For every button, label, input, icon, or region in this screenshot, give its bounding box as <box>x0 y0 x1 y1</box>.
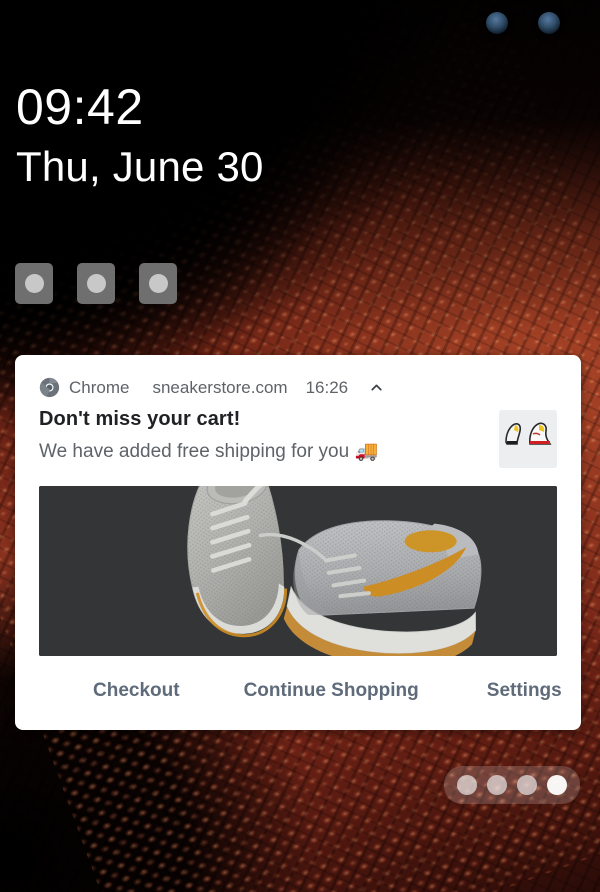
notification-body: Don't miss your cart! We have added free… <box>15 398 581 468</box>
settings-action[interactable]: Settings <box>475 672 574 710</box>
tile-dot-icon <box>148 274 168 293</box>
page-indicator[interactable] <box>444 766 580 804</box>
notification-actions: Checkout Continue Shopping Settings <box>39 656 562 730</box>
chrome-icon <box>39 377 60 398</box>
chrome-notification-card[interactable]: Chrome sneakerstore.com 16:26 Don't miss… <box>15 355 581 730</box>
quick-tile-2[interactable] <box>77 263 115 304</box>
lockscreen-clock: 09:42 Thu, June 30 <box>16 82 264 188</box>
notification-thumbnail <box>499 410 557 468</box>
notification-title: Don't miss your cart! <box>39 408 241 430</box>
notification-header: Chrome sneakerstore.com 16:26 <box>15 355 581 398</box>
continue-shopping-action[interactable]: Continue Shopping <box>232 672 431 710</box>
chevron-up-icon[interactable] <box>368 379 385 396</box>
notification-time: 16:26 <box>305 377 349 397</box>
clock-time: 09:42 <box>16 79 144 135</box>
camera-lens-icon <box>538 12 560 34</box>
tile-dot-icon <box>24 274 44 293</box>
page-dot-3[interactable] <box>517 775 537 795</box>
notification-subtitle: We have added free shipping for you 🚚 <box>39 441 379 462</box>
notification-hero-image <box>39 486 557 656</box>
quick-tile-3[interactable] <box>139 263 177 304</box>
camera-lens-icon <box>486 12 508 34</box>
lockscreen-screen: 09:42 Thu, June 30 Chrome sneakerstore.c… <box>0 0 600 892</box>
notification-site: sneakerstore.com <box>152 377 288 397</box>
page-dot-1[interactable] <box>457 775 477 795</box>
notification-app-name: Chrome <box>69 377 130 397</box>
status-bar <box>0 0 600 46</box>
quick-tile-1[interactable] <box>15 263 53 304</box>
notification-text-block: Don't miss your cart! We have added free… <box>39 408 485 463</box>
tile-dot-icon <box>86 274 106 293</box>
page-dot-2[interactable] <box>487 775 507 795</box>
clock-date: Thu, June 30 <box>16 143 264 190</box>
quick-tiles-row <box>15 263 177 304</box>
checkout-action[interactable]: Checkout <box>81 672 192 710</box>
page-dot-4-active[interactable] <box>547 775 567 795</box>
